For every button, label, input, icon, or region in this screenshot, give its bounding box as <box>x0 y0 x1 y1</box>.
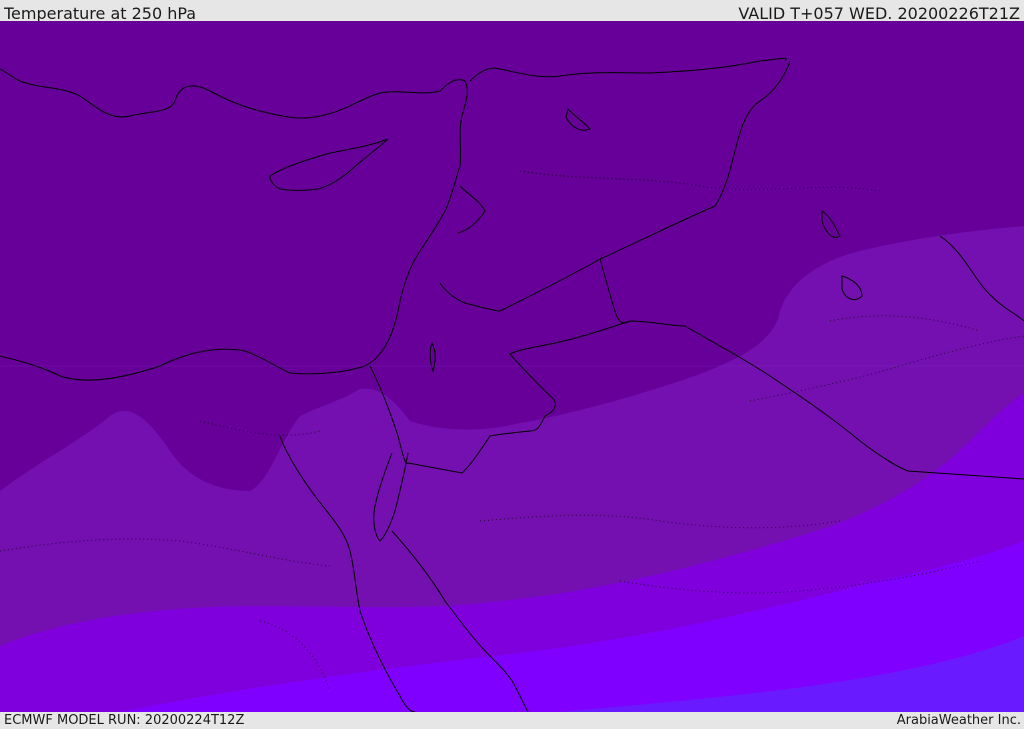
footer-bar: ECMWF MODEL RUN: 20200224T12Z ArabiaWeat… <box>0 712 1024 729</box>
credit-label: ArabiaWeather Inc. <box>896 713 1021 728</box>
model-run-label: ECMWF MODEL RUN: 20200224T12Z <box>4 713 245 728</box>
map-figure: Temperature at 250 hPa VALID T+057 WED. … <box>0 0 1024 729</box>
map-canvas <box>0 21 1024 712</box>
temperature-map <box>0 21 1024 712</box>
header-bar: Temperature at 250 hPa VALID T+057 WED. … <box>0 0 1024 23</box>
